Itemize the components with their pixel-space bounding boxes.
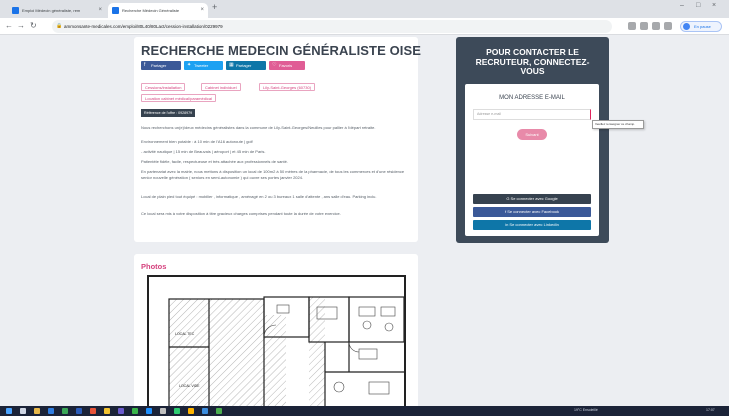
address-bar[interactable]: 🔒 ammonsante-medicales.com/emploi/80L40/… xyxy=(52,20,612,33)
new-tab-icon[interactable]: + xyxy=(212,2,217,12)
windows-start-icon[interactable] xyxy=(6,408,12,414)
weather-widget[interactable]: 19°C Ensoleillé xyxy=(574,408,598,412)
sidepanel-icon[interactable] xyxy=(664,22,672,30)
description-paragraph: Nous recherchons un(e)/deux médecins gén… xyxy=(141,125,376,130)
description-paragraph: En partenariat avec la mairie, nous mett… xyxy=(141,169,405,180)
bookmark-star-icon[interactable] xyxy=(640,22,648,30)
app-icon[interactable] xyxy=(132,408,138,414)
button-label: Favoris xyxy=(279,63,293,68)
back-icon[interactable]: ← xyxy=(5,21,13,30)
app-icon[interactable] xyxy=(90,408,96,414)
excel-icon[interactable] xyxy=(62,408,68,414)
extension-icon[interactable] xyxy=(652,22,660,30)
app-icon[interactable] xyxy=(146,408,152,414)
heart-icon: ♡ xyxy=(272,62,277,68)
maximize-icon[interactable]: □ xyxy=(696,2,700,9)
description-paragraph: Environnement bien potable : à 10 min de… xyxy=(141,139,253,144)
description-paragraph: Patientèle fidèle, facile, respectueuse … xyxy=(141,159,288,164)
tag-location-cabinet[interactable]: Location cabinet médical/paramédical xyxy=(141,94,216,102)
app-icon[interactable] xyxy=(174,408,180,414)
email-field[interactable]: Adresse e-mail xyxy=(473,109,591,120)
linkedin-icon: ▦ xyxy=(229,62,234,68)
floor-plan-drawing: LOCAL TEC LOCAL VIDE xyxy=(168,296,404,414)
tag-location-city[interactable]: Lily-Saint-Georges (60730) xyxy=(259,83,316,91)
browser-tab-bar: Emploi Médecin généraliste, rem × Recher… xyxy=(0,0,729,18)
minimize-icon[interactable]: – xyxy=(680,2,684,9)
word-icon[interactable] xyxy=(76,408,82,414)
share-facebook-button[interactable]: f Partager xyxy=(141,61,181,70)
description-paragraph: Local de plain pied tout équipé : mobili… xyxy=(141,194,377,199)
description-paragraph: - activité nautique | 15 min de Beauvais… xyxy=(141,149,266,154)
login-form: MON ADRESSE E-MAIL Adresse e-mail Suivan… xyxy=(465,84,599,236)
tag-cession[interactable]: Cessions/installation xyxy=(141,83,186,91)
app-icon[interactable] xyxy=(160,408,166,414)
close-tab-icon[interactable]: × xyxy=(98,3,102,18)
facebook-icon: f xyxy=(144,62,146,68)
mail-icon[interactable] xyxy=(48,408,54,414)
url-text: ammonsante-medicales.com/emploi/80L40/80… xyxy=(64,24,223,29)
photos-card: Photos LOCAL TEC LOCAL VIDE xyxy=(134,254,418,414)
tab-label: Emploi Médecin généraliste, rem xyxy=(22,8,81,13)
offer-reference: Référence de l'offre : 0928979 xyxy=(141,109,196,117)
app-icon[interactable] xyxy=(216,408,222,414)
profile-button[interactable]: En pause xyxy=(680,21,722,32)
app-icon[interactable] xyxy=(202,408,208,414)
avatar xyxy=(683,23,690,30)
button-label: Partager xyxy=(236,63,252,68)
description-paragraph: Ce local sera mis à votre disposition à … xyxy=(141,211,341,216)
svg-text:LOCAL TEC: LOCAL TEC xyxy=(175,332,195,336)
button-label: Se connecter avec Facebook xyxy=(507,209,560,214)
clock[interactable]: 17:07 xyxy=(706,408,715,412)
share-linkedin-button[interactable]: ▦ Partager xyxy=(226,61,266,70)
file-explorer-icon[interactable] xyxy=(34,408,40,414)
email-heading: MON ADRESSE E-MAIL xyxy=(499,95,565,101)
login-linkedin-button[interactable]: in Se connecter avec LinkedIn xyxy=(473,220,591,230)
tag-cabinet[interactable]: Cabinet individuel xyxy=(201,83,241,91)
close-tab-icon[interactable]: × xyxy=(200,3,204,18)
os-taskbar: 19°C Ensoleillé 17:07 xyxy=(0,406,729,416)
share-twitter-button[interactable]: ✦ Tweeter xyxy=(184,61,223,70)
svg-text:LOCAL VIDE: LOCAL VIDE xyxy=(179,384,200,388)
search-icon[interactable] xyxy=(20,408,26,414)
login-google-button[interactable]: G Se connecter avec Google xyxy=(473,194,591,204)
browser-toolbar: ← → ↻ 🔒 ammonsante-medicales.com/emploi/… xyxy=(0,18,729,35)
forward-icon[interactable]: → xyxy=(17,21,25,30)
job-offer-card: RECHERCHE MEDECIN GÉNÉRALISTE OISE f Par… xyxy=(134,37,422,242)
login-facebook-button[interactable]: f Se connecter avec Facebook xyxy=(473,207,591,217)
validation-tooltip: Veuillez renseigner ce champ. xyxy=(592,120,644,129)
submit-button[interactable]: Suivant xyxy=(517,129,547,140)
contact-title: POUR CONTACTER LE RECRUTEUR, CONNECTEZ- … xyxy=(456,47,609,77)
button-label: Se connecter avec Google xyxy=(510,196,558,201)
tab-favicon-icon xyxy=(12,7,19,14)
chrome-icon[interactable] xyxy=(104,408,110,414)
button-label: Partager xyxy=(151,63,167,68)
favorite-button[interactable]: ♡ Favoris xyxy=(269,61,305,70)
button-label: Tweeter xyxy=(194,63,209,68)
share-icon[interactable] xyxy=(628,22,636,30)
profile-label: En pause xyxy=(694,24,711,29)
button-label: Se connecter avec LinkedIn xyxy=(509,222,559,227)
contact-title-line: VOUS xyxy=(520,66,545,76)
photos-title: Photos xyxy=(141,262,167,271)
page-title: RECHERCHE MEDECIN GÉNÉRALISTE OISE xyxy=(141,43,422,58)
app-icon[interactable] xyxy=(188,408,194,414)
twitter-icon: ✦ xyxy=(187,62,192,68)
browser-tab-1[interactable]: Emploi Médecin généraliste, rem × xyxy=(8,3,106,18)
tab-label: Recherche Médecin Généraliste xyxy=(122,8,180,13)
contact-recruiter-panel: POUR CONTACTER LE RECRUTEUR, CONNECTEZ- … xyxy=(456,37,609,243)
browser-tab-2[interactable]: Recherche Médecin Généraliste × xyxy=(108,3,208,18)
floor-plan-image[interactable]: LOCAL TEC LOCAL VIDE xyxy=(147,275,406,414)
lock-icon: 🔒 xyxy=(56,23,63,29)
close-window-icon[interactable]: × xyxy=(712,2,716,9)
tab-favicon-icon xyxy=(112,7,119,14)
teams-icon[interactable] xyxy=(118,408,124,414)
reload-icon[interactable]: ↻ xyxy=(30,21,37,30)
